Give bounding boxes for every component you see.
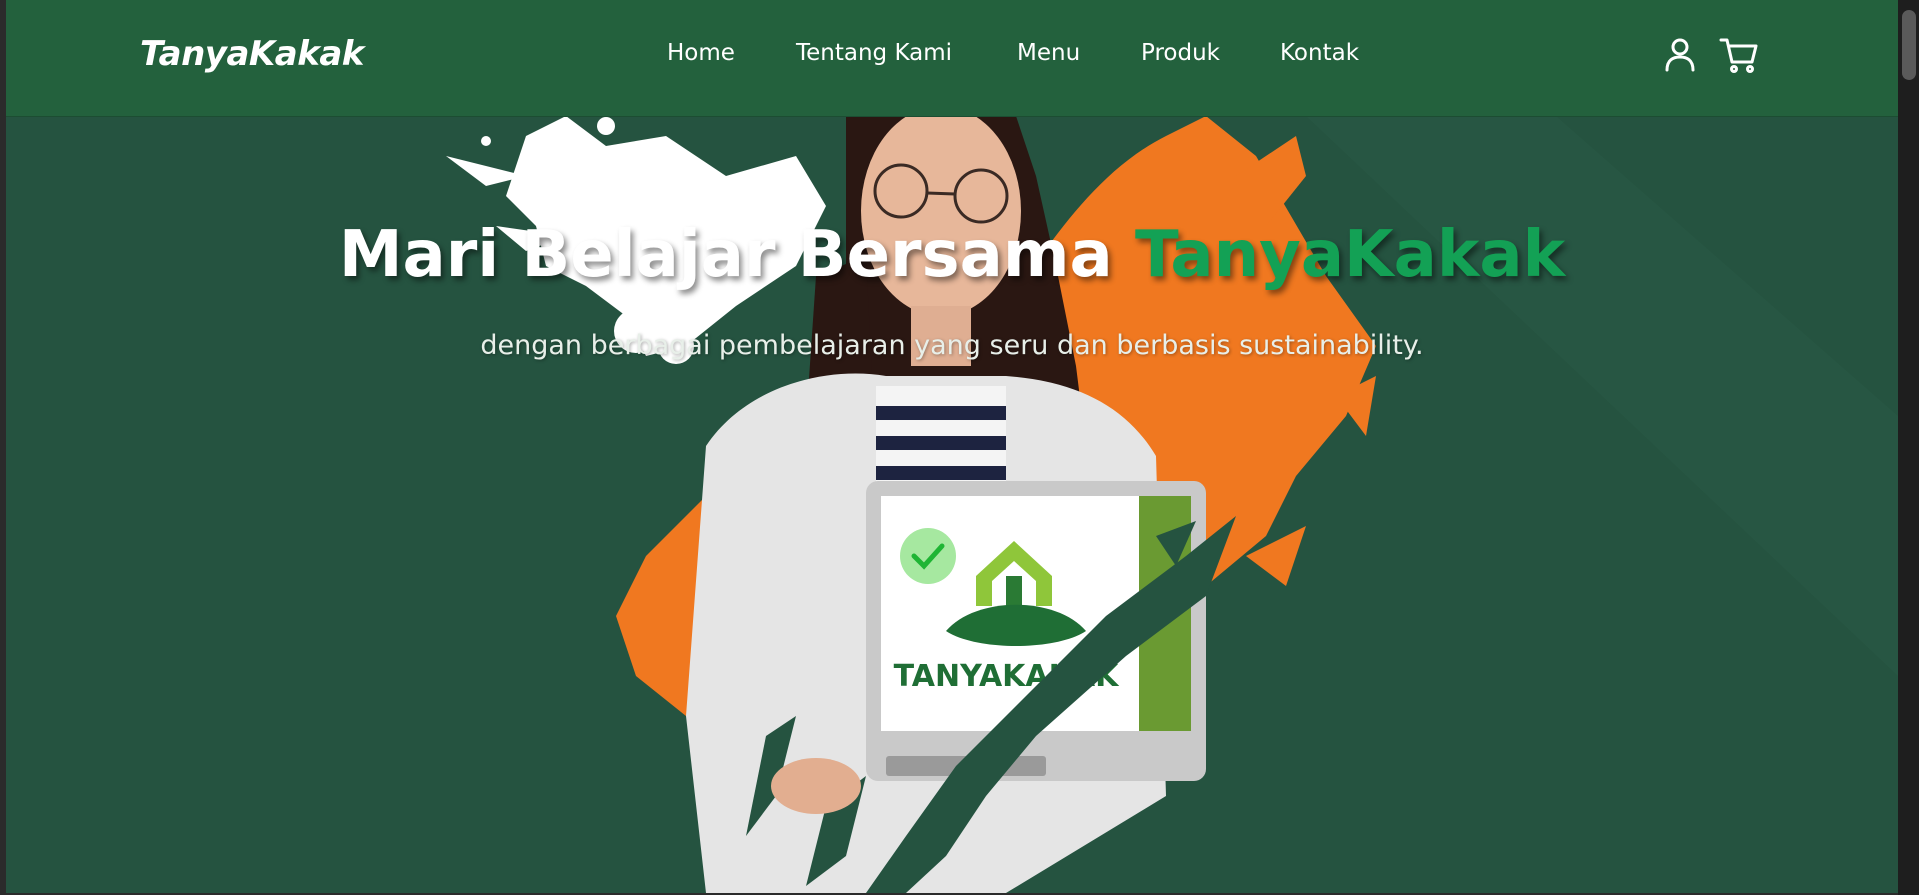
nav-home[interactable]: Home <box>667 40 735 66</box>
scrollbar-track[interactable] <box>1898 0 1919 895</box>
hero-title-main: Mari Belajar Bersama <box>338 218 1135 292</box>
nav-tentang-kami[interactable]: Tentang Kami <box>796 40 952 66</box>
hero-title-accent: TanyaKakak <box>1134 218 1566 292</box>
navbar: TanyaKakak Home Tentang Kami Menu Produk… <box>6 0 1898 117</box>
page-viewport: TanyaKakak Home Tentang Kami Menu Produk… <box>6 0 1898 893</box>
hero-title: Mari Belajar Bersama TanyaKakak <box>6 218 1898 292</box>
scrollbar-thumb[interactable] <box>1902 10 1916 80</box>
cart-icon[interactable] <box>1719 36 1759 78</box>
nav-kontak[interactable]: Kontak <box>1280 40 1359 66</box>
brand-logo[interactable]: TanyaKakak <box>140 34 364 74</box>
hero-subtitle: dengan berbagai pembelajaran yang seru d… <box>480 330 1424 361</box>
nav-produk[interactable]: Produk <box>1141 40 1220 66</box>
user-icon[interactable] <box>1663 36 1697 78</box>
nav-menu[interactable]: Menu <box>1017 40 1080 66</box>
